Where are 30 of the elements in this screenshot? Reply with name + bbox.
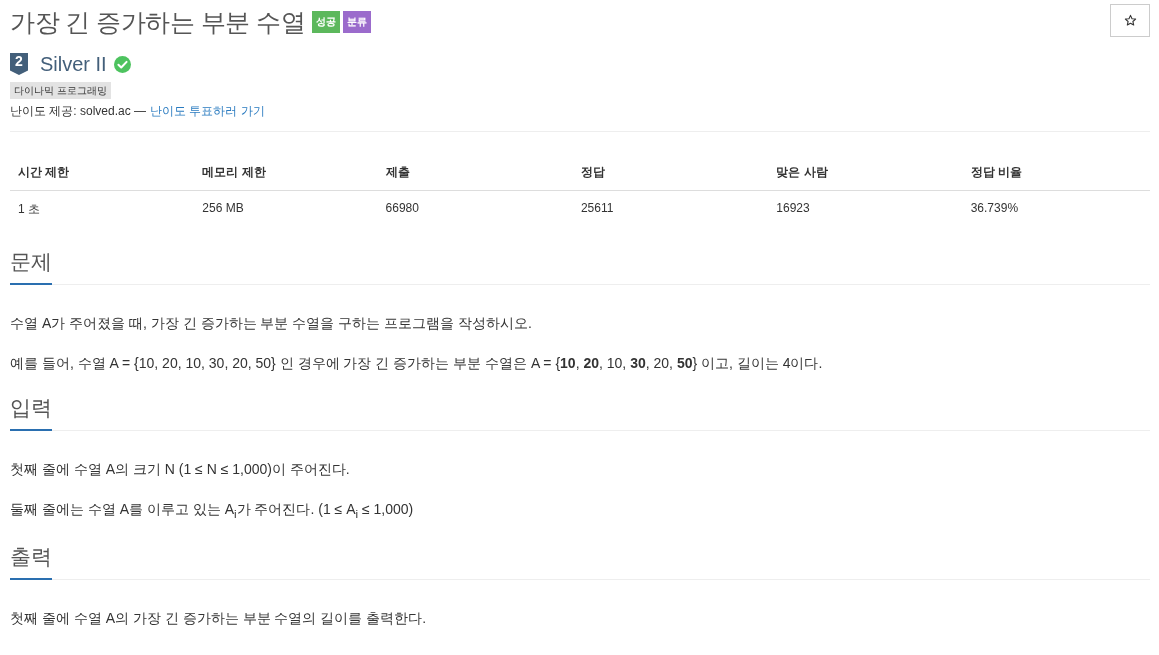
paragraph: 첫째 줄에 수열 A의 가장 긴 증가하는 부분 수열의 길이를 출력한다.: [10, 610, 428, 627]
paragraph: 수열 A가 주어졌을 때, 가장 긴 증가하는 부분 수열을 구하는 프로그램을 작성하시오.: [10, 316, 533, 332]
column-header: 제출: [384, 164, 411, 181]
status-label[interactable]: 분류: [343, 11, 372, 33]
tier-badge: 2: [10, 53, 28, 75]
favorite-button[interactable]: [1110, 4, 1150, 37]
column-header: 맞은 사람: [775, 164, 829, 181]
star-icon: [1123, 14, 1137, 27]
table-cell-text: 66980: [384, 200, 420, 217]
paragraph: 둘째 줄에는 수열 A를 이루고 있는 A$_{i}$가 주어진다. (1 ≤ A$_{i}$ ≤ 1,000): [10, 502, 415, 521]
algorithm-tag[interactable]: 다이나믹 프로그래밍: [10, 82, 111, 99]
section-heading: 출력: [10, 542, 52, 580]
column-header: 메모리 제한: [201, 164, 267, 181]
column-header: 정답: [579, 164, 606, 181]
paragraph: 예를 들어, 수열 A = {10, 20, 10, 30, 20, 50} 인 경우에 가장 긴 증가하는 부분 수열은 A = {10, 20, 10, 30, 20, 50} 이고, 길이는 4이다.: [10, 356, 824, 372]
table-cell-text: 256 MB: [201, 200, 245, 217]
status-label[interactable]: 성공: [312, 11, 341, 33]
difficulty-source: 난이도 제공: solved.ac —: [10, 103, 147, 120]
table-cell-text: 36.739%: [969, 200, 1020, 217]
table-cell-text: 16923: [775, 200, 811, 217]
column-header: 정답 비율: [969, 164, 1023, 181]
tier-name[interactable]: Silver II: [40, 52, 107, 76]
paragraph: 첫째 줄에 수열 A의 크기 N (1 ≤ N ≤ 1,000)이 주어진다.: [10, 461, 351, 478]
vote-difficulty-link[interactable]: 난이도 투표하러 가기: [150, 103, 265, 120]
section-heading: 문제: [10, 248, 52, 285]
table-cell-text: 1 초: [17, 201, 41, 218]
column-header: 시간 제한: [17, 164, 71, 181]
table-cell-text: 25611: [579, 200, 615, 217]
section-heading: 입력: [10, 393, 52, 431]
problem-title: 가장 긴 증가하는 부분 수열: [10, 6, 306, 38]
